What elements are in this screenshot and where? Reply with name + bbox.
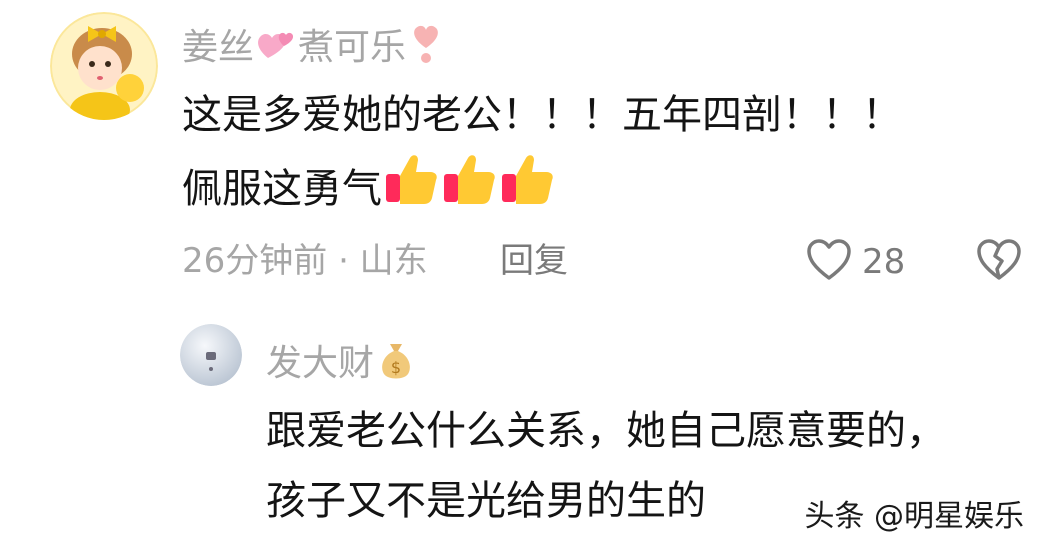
username-text: 姜丝 xyxy=(182,26,255,68)
reply-button[interactable]: 回复 xyxy=(500,244,568,278)
comment-item: 姜丝 煮可乐 这是多爱她的老公！！！五年四剖！！！ 佩服这勇气 26分钟前 · … xyxy=(0,0,1042,300)
broken-heart-icon[interactable] xyxy=(976,238,1022,286)
avatar[interactable] xyxy=(180,324,242,386)
username-text: 发大财 xyxy=(266,342,375,384)
reply-text-line1: 跟爱老公什么关系，她自己愿意要的， xyxy=(266,408,946,454)
reply-username[interactable]: 发大财 $ xyxy=(266,338,418,389)
comment-text-line2: 佩服这勇气 xyxy=(182,166,382,212)
comment-text: 这是多爱她的老公！！！五年四剖！！！ 佩服这勇气 xyxy=(182,80,902,230)
svg-text:$: $ xyxy=(391,358,401,377)
username-suffix: 煮可乐 xyxy=(298,26,407,68)
two-hearts-icon xyxy=(254,24,298,71)
thumbs-up-icon xyxy=(382,150,440,230)
watermark: 头条 @明星娱乐 xyxy=(804,499,1024,534)
comment-text-line1: 这是多爱她的老公！！！五年四剖！！！ xyxy=(182,92,902,138)
comment-username[interactable]: 姜丝 煮可乐 xyxy=(182,22,446,73)
thumbs-up-icon xyxy=(498,150,556,230)
comment-text-line2-wrap: 佩服这勇气 xyxy=(182,150,902,230)
avatar[interactable] xyxy=(50,12,158,120)
heart-icon xyxy=(806,238,852,286)
like-button[interactable]: 28 xyxy=(806,238,905,286)
money-bag-icon: $ xyxy=(374,338,418,389)
thumbs-up-icon xyxy=(440,150,498,230)
comment-time-location: 26分钟前 · 山东 xyxy=(182,241,428,281)
heart-exclamation-icon xyxy=(406,22,446,73)
like-count: 28 xyxy=(862,242,906,282)
